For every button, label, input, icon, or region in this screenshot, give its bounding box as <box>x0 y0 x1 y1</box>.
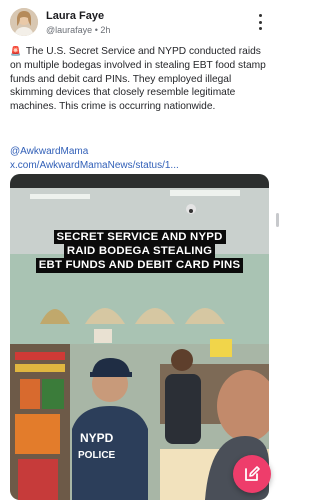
caption-line-1: SECRET SERVICE AND NYPD <box>53 230 226 245</box>
post-header: Laura Faye @laurafaye • 2h <box>10 8 272 40</box>
source-link[interactable]: x.com/AwkwardMamaNews/status/1... <box>10 159 272 173</box>
meta-separator: • <box>94 25 98 35</box>
more-options-icon[interactable] <box>254 14 266 30</box>
post-body: The U.S. Secret Service and NYPD conduct… <box>10 46 266 113</box>
author-handle[interactable]: @laurafaye <box>46 25 92 35</box>
author-name[interactable]: Laura Faye <box>46 10 110 23</box>
post-text: 🚨 The U.S. Secret Service and NYPD condu… <box>10 45 272 114</box>
compose-button[interactable] <box>233 455 271 493</box>
video-frame: NYPD POLICE <box>10 174 269 500</box>
video-caption: SECRET SERVICE AND NYPD RAID BODEGA STEA… <box>10 230 269 273</box>
caption-line-2: RAID BODEGA STEALING <box>63 244 216 259</box>
post-links: @AwkwardMama x.com/AwkwardMamaNews/statu… <box>10 145 272 173</box>
siren-icon: 🚨 <box>10 46 22 56</box>
scrollbar-thumb[interactable] <box>276 213 279 227</box>
caption-line-3: EBT FUNDS AND DEBIT CARD PINS <box>35 258 244 273</box>
compose-icon <box>245 466 260 481</box>
post-time: 2h <box>100 25 111 35</box>
mention-link[interactable]: @AwkwardMama <box>10 145 272 159</box>
vest-text-police: POLICE <box>78 450 116 461</box>
vest-text-nypd: NYPD <box>80 431 114 445</box>
author-avatar[interactable] <box>10 8 38 36</box>
post-video[interactable]: NYPD POLICE SECRET SERVICE AND NYPD RAID… <box>10 174 269 500</box>
author-meta: @laurafaye • 2h <box>46 24 110 36</box>
post-card: Laura Faye @laurafaye • 2h 🚨 The U.S. Se… <box>0 0 280 500</box>
